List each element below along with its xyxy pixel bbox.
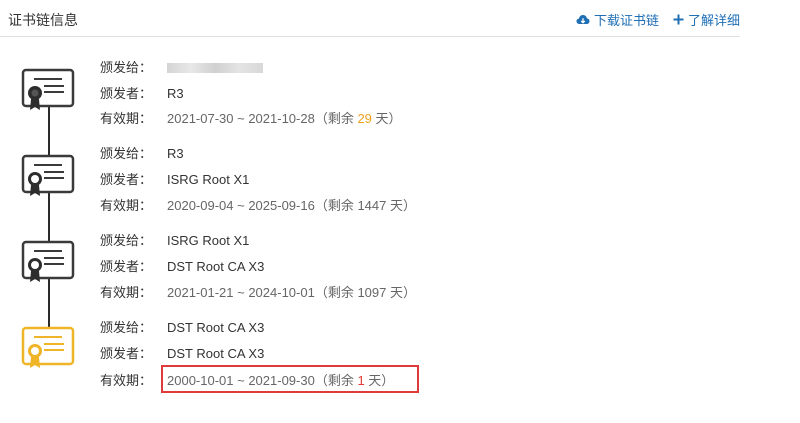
issuer-label: 颁发者：	[100, 172, 153, 187]
remain-prefix: （剩余	[314, 285, 358, 300]
issued-to-value: R3	[167, 146, 184, 161]
validity-value: 2021-07-30 ~ 2021-10-28（剩余 29 天）	[167, 110, 402, 128]
plus-icon	[673, 14, 684, 25]
issued-to-value: ISRG Root X1	[167, 233, 250, 248]
download-chain-button[interactable]: 下载证书链	[576, 10, 659, 29]
validity-label: 有效期：	[100, 198, 153, 213]
issued-to-label: 颁发给：	[100, 233, 153, 248]
section-title: 证书链信息	[8, 12, 78, 28]
validity-range: 2021-01-21 ~ 2024-10-01	[167, 285, 315, 300]
remain-suffix: 天）	[371, 111, 402, 126]
chain-connector-line	[48, 90, 50, 340]
redacted-domain	[167, 63, 263, 73]
cloud-download-icon	[576, 14, 590, 26]
issuer-label: 颁发者：	[100, 259, 153, 274]
remaining-days: 1097	[357, 285, 387, 300]
issuer-label: 颁发者：	[100, 346, 153, 361]
header-actions: 下载证书链 了解详细	[576, 10, 740, 29]
issued-to-label: 颁发给：	[100, 320, 153, 335]
validity-label: 有效期：	[100, 373, 153, 388]
validity-value: 2020-09-04 ~ 2025-09-16（剩余 1447 天）	[167, 197, 416, 215]
remain-prefix: （剩余	[314, 111, 358, 126]
issuer-label: 颁发者：	[100, 86, 153, 101]
remain-suffix: 天）	[386, 198, 416, 213]
remain-suffix: 天）	[386, 285, 416, 300]
issuer-value: ISRG Root X1	[167, 172, 250, 187]
ca-certificate-icon	[20, 154, 76, 198]
validity-label: 有效期：	[100, 285, 153, 300]
expiry-highlight-box	[161, 365, 419, 393]
root-certificate-icon	[20, 326, 76, 370]
ca-certificate-icon	[20, 240, 76, 284]
remaining-days: 1447	[357, 198, 387, 213]
validity-range: 2021-07-30 ~ 2021-10-28	[167, 111, 315, 126]
cert-chain-header: 证书链信息 下载证书链 了解详细	[0, 0, 740, 37]
learn-more-button[interactable]: 了解详细	[673, 10, 740, 29]
issuer-value: DST Root CA X3	[167, 346, 265, 361]
issuer-value: DST Root CA X3	[167, 259, 265, 274]
validity-label: 有效期：	[100, 111, 153, 126]
validity-range: 2020-09-04 ~ 2025-09-16	[167, 198, 315, 213]
remain-prefix: （剩余	[314, 198, 358, 213]
issued-to-value: DST Root CA X3	[167, 320, 265, 335]
issued-to-value	[167, 59, 263, 78]
issued-to-label: 颁发给：	[100, 146, 153, 161]
issuer-value: R3	[167, 86, 184, 101]
learn-more-label: 了解详细	[687, 13, 740, 28]
remaining-days: 29	[357, 111, 372, 126]
download-chain-label: 下载证书链	[593, 13, 659, 28]
certificate-icon	[20, 68, 76, 112]
issued-to-label: 颁发给：	[100, 60, 153, 75]
validity-value: 2021-01-21 ~ 2024-10-01（剩余 1097 天）	[167, 284, 416, 302]
